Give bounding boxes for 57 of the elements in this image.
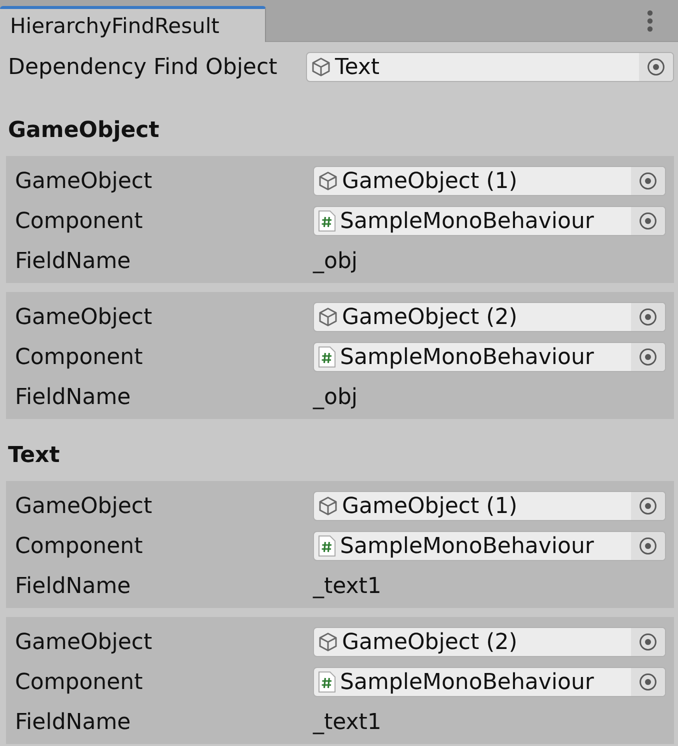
field-label: GameObject	[15, 168, 154, 194]
field-label: GameObject	[15, 304, 154, 330]
object-picker-button[interactable]	[631, 303, 665, 331]
field-value: _obj	[313, 384, 358, 410]
field-label: FieldName	[15, 574, 132, 598]
section-heading: GameObject	[8, 117, 160, 145]
target-icon	[647, 58, 665, 76]
field-label: Dependency Find Object	[8, 54, 278, 80]
object-picker-button[interactable]	[631, 343, 665, 371]
object-picker-button[interactable]	[631, 207, 665, 235]
field-value: _obj	[313, 248, 358, 274]
menu-icon[interactable]	[647, 10, 653, 32]
object-field[interactable]: SampleMonoBehaviour	[313, 342, 666, 372]
field-label: FieldName	[15, 710, 132, 734]
field-label: FieldName	[15, 384, 132, 410]
script-icon	[318, 671, 336, 693]
object-field[interactable]: SampleMonoBehaviour	[313, 206, 666, 236]
field-label: Component	[15, 670, 144, 694]
object-field[interactable]: SampleMonoBehaviour	[313, 667, 666, 697]
tab[interactable]: HierarchyFindResult	[0, 6, 266, 42]
object-picker-button[interactable]	[631, 492, 665, 520]
target-icon	[639, 172, 657, 190]
object-field[interactable]: Text	[306, 52, 674, 82]
cube-icon	[318, 496, 338, 516]
object-field[interactable]: SampleMonoBehaviour	[313, 531, 666, 561]
target-icon	[639, 212, 657, 230]
target-icon	[639, 308, 657, 326]
field-label: GameObject	[15, 494, 154, 518]
object-picker-button[interactable]	[631, 628, 665, 656]
section-heading: Text	[8, 442, 61, 470]
cube-icon	[311, 57, 331, 77]
object-field[interactable]: GameObject (1)	[313, 166, 666, 196]
object-field[interactable]: GameObject (2)	[313, 302, 666, 332]
cube-icon	[318, 171, 338, 191]
cube-icon	[318, 307, 338, 327]
field-label: GameObject	[15, 630, 154, 654]
object-field[interactable]: GameObject (1)	[313, 491, 666, 521]
target-icon	[639, 537, 657, 555]
object-picker-button[interactable]	[639, 53, 673, 81]
field-label: Component	[15, 534, 144, 558]
field-label: Component	[15, 208, 144, 234]
object-picker-button[interactable]	[631, 532, 665, 560]
field-value: _text1	[313, 710, 382, 734]
script-icon	[318, 346, 336, 368]
field-label: Component	[15, 344, 144, 370]
object-picker-button[interactable]	[631, 167, 665, 195]
object-picker-button[interactable]	[631, 668, 665, 696]
field-label: FieldName	[15, 248, 132, 274]
script-icon	[318, 210, 336, 232]
field-value: _text1	[313, 574, 382, 598]
cube-icon	[318, 632, 338, 652]
target-icon	[639, 633, 657, 651]
script-icon	[318, 535, 336, 557]
target-icon	[639, 673, 657, 691]
target-icon	[639, 348, 657, 366]
object-field[interactable]: GameObject (2)	[313, 627, 666, 657]
target-icon	[639, 497, 657, 515]
